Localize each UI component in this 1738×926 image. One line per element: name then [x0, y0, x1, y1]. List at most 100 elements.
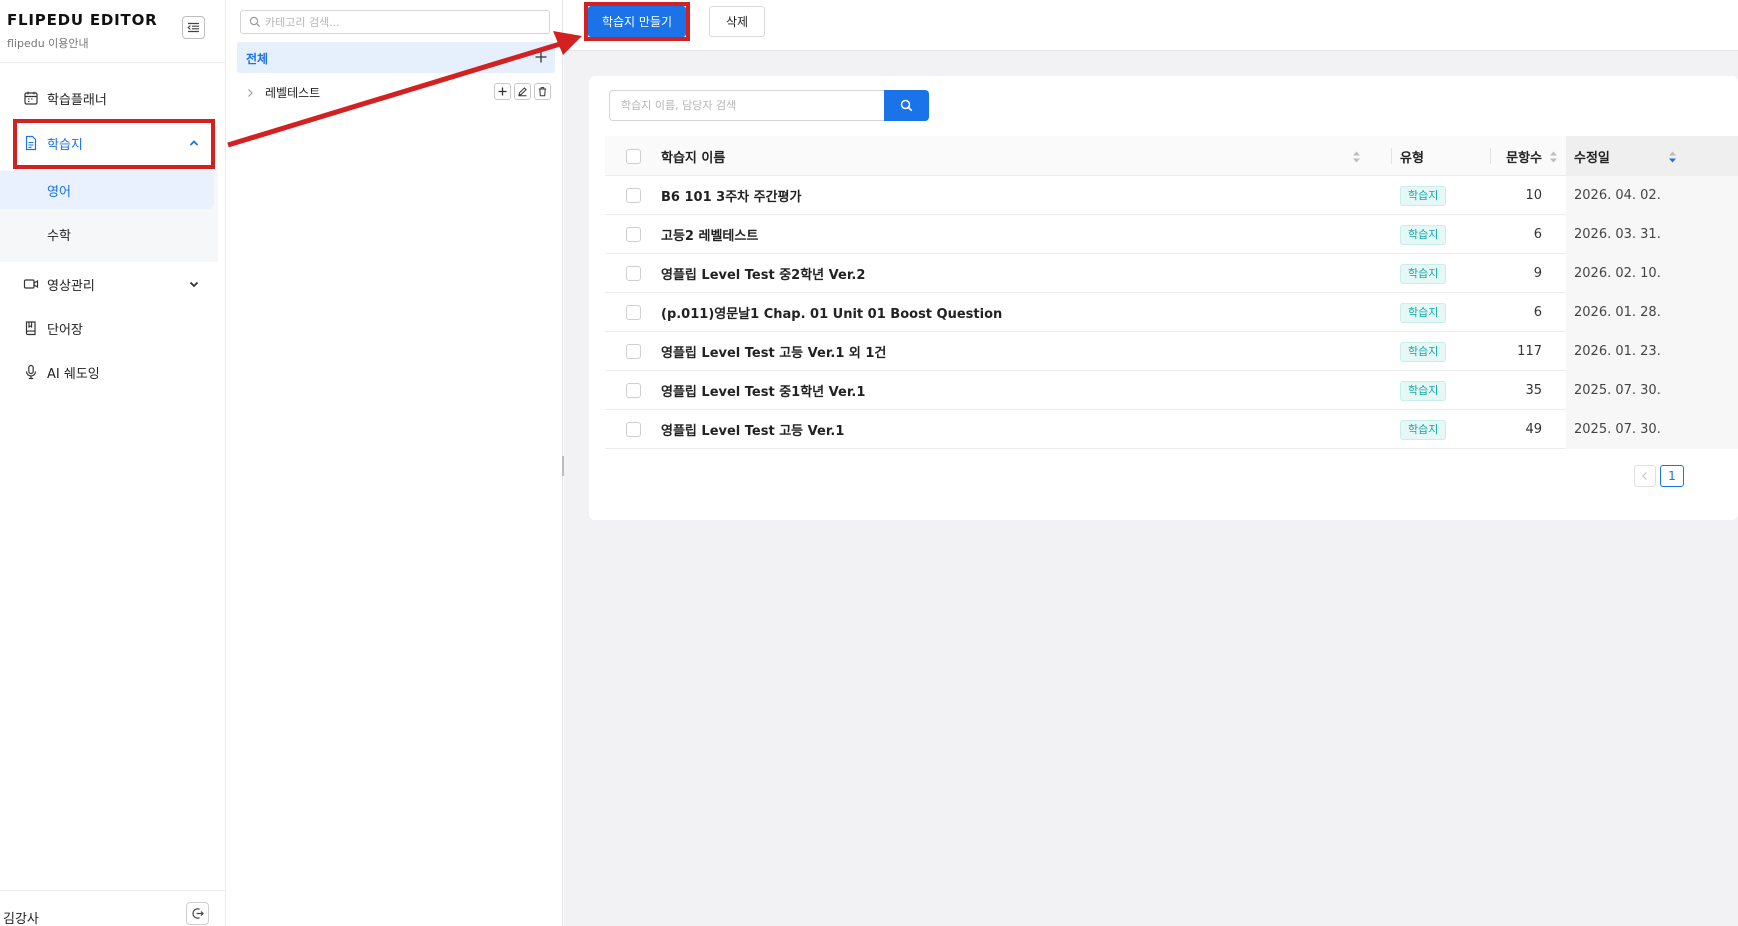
category-all-label: 전체	[246, 52, 269, 66]
toolbar: 학습지 만들기 삭제	[564, 0, 1738, 51]
sidebar-collapse-button[interactable]	[182, 16, 205, 39]
type-tag: 학습지	[1400, 224, 1447, 245]
worksheet-name[interactable]: 영플립 Level Test 고등 Ver.1 외 1건	[661, 342, 886, 361]
row-type-cell: 학습지	[1391, 410, 1491, 449]
search-button[interactable]	[884, 90, 929, 121]
row-checkbox[interactable]	[625, 266, 641, 281]
sidebar-item-planner[interactable]: 학습플래너	[0, 78, 226, 118]
row-name-cell: 고등2 레벨테스트	[661, 215, 1391, 254]
table-header: 학습지 이름 유형 문항수 수정일	[605, 136, 1738, 176]
category-all[interactable]: 전체	[237, 42, 555, 73]
type-tag: 학습지	[1400, 263, 1447, 284]
row-checkbox[interactable]	[625, 305, 641, 320]
delete-button[interactable]: 삭제	[709, 6, 765, 37]
row-checkbox[interactable]	[625, 422, 641, 437]
row-checkbox[interactable]	[625, 188, 641, 203]
category-label: 레벨테스트	[265, 86, 321, 100]
worksheet-name[interactable]: 영플립 Level Test 고등 Ver.1	[661, 420, 844, 439]
subitem-label: 수학	[47, 228, 71, 244]
question-count: 35	[1525, 383, 1542, 398]
question-count: 117	[1517, 344, 1542, 359]
type-tag: 학습지	[1400, 419, 1447, 440]
row-select-cell	[605, 176, 661, 215]
row-checkbox[interactable]	[625, 383, 641, 398]
sidebar-item-label: AI 쉐도잉	[47, 366, 100, 382]
question-count: 6	[1533, 227, 1542, 242]
add-subcategory-button[interactable]	[494, 83, 511, 100]
sort-icon[interactable]	[1549, 150, 1558, 164]
chevron-right-icon[interactable]	[245, 88, 255, 98]
modified-date: 2026. 01. 28.	[1574, 305, 1661, 320]
modified-date: 2026. 01. 23.	[1574, 344, 1661, 359]
worksheet-name[interactable]: 고등2 레벨테스트	[661, 225, 758, 244]
category-search-input[interactable]	[265, 13, 545, 31]
chevron-down-icon	[189, 281, 199, 288]
brand-guide-link[interactable]: flipedu 이용안내	[7, 35, 158, 51]
pagination-prev-button[interactable]	[1634, 465, 1656, 487]
table-row[interactable]: 고등2 레벨테스트 학습지 6 2026. 03. 31.	[605, 215, 1738, 254]
table-row[interactable]: (p.011)영문날1 Chap. 01 Unit 01 Boost Quest…	[605, 293, 1738, 332]
worksheet-name[interactable]: B6 101 3주차 주간평가	[661, 186, 801, 205]
row-name-cell: (p.011)영문날1 Chap. 01 Unit 01 Boost Quest…	[661, 293, 1391, 332]
worksheet-name[interactable]: 영플립 Level Test 중2학년 Ver.2	[661, 264, 865, 283]
category-item-leveltest[interactable]: 레벨테스트	[237, 80, 555, 106]
sidebar-divider	[0, 62, 226, 63]
row-select-cell	[605, 254, 661, 293]
plus-icon	[498, 87, 507, 96]
category-panel: 전체 레벨테스트	[227, 0, 563, 926]
row-checkbox[interactable]	[625, 227, 641, 242]
search-icon	[249, 16, 261, 28]
row-type-cell: 학습지	[1391, 215, 1491, 254]
worksheet-search-input[interactable]	[609, 90, 885, 121]
sidebar-item-ai-shadowing[interactable]: AI 쉐도잉	[0, 352, 226, 392]
pagination-page-1[interactable]: 1	[1660, 465, 1684, 487]
app-root: FLIPEDU EDITOR flipedu 이용안내 학습플래너 학습지 영어…	[0, 0, 1738, 926]
row-date-cell: 2026. 02. 10.	[1566, 254, 1738, 293]
brand-title: FLIPEDU EDITOR	[7, 11, 158, 29]
sidebar-subitem-english[interactable]: 영어	[0, 171, 214, 209]
row-name-cell: 영플립 Level Test 고등 Ver.1	[661, 410, 1391, 449]
worksheet-name[interactable]: (p.011)영문날1 Chap. 01 Unit 01 Boost Quest…	[661, 303, 1002, 322]
question-count: 9	[1533, 266, 1542, 281]
row-type-cell: 학습지	[1391, 293, 1491, 332]
row-type-cell: 학습지	[1391, 371, 1491, 410]
select-all-checkbox[interactable]	[625, 148, 641, 164]
worksheet-name[interactable]: 영플립 Level Test 중1학년 Ver.1	[661, 381, 865, 400]
edit-category-button[interactable]	[514, 83, 531, 100]
header-name[interactable]: 학습지 이름	[661, 136, 1391, 176]
table-row[interactable]: B6 101 3주차 주간평가 학습지 10 2026. 04. 02.	[605, 176, 1738, 215]
main-content: 학습지 만들기 삭제 학습지 이름, 담당자 검색 학습지 이름 유형 문항수 …	[564, 0, 1738, 926]
sort-desc-icon[interactable]	[1668, 150, 1677, 164]
delete-category-button[interactable]	[534, 83, 551, 100]
row-name-cell: B6 101 3주차 주간평가	[661, 176, 1391, 215]
table-row[interactable]: 영플립 Level Test 고등 Ver.1 외 1건 학습지 117 202…	[605, 332, 1738, 371]
modified-date: 2026. 04. 02.	[1574, 188, 1661, 203]
question-count: 49	[1525, 422, 1542, 437]
modified-date: 2026. 03. 31.	[1574, 227, 1661, 242]
row-select-cell	[605, 215, 661, 254]
sidebar-item-vocabulary[interactable]: 단어장	[0, 308, 226, 348]
logout-button[interactable]	[186, 902, 209, 925]
type-tag: 학습지	[1400, 341, 1447, 362]
table-body: B6 101 3주차 주간평가 학습지 10 2026. 04. 02. 고등2…	[605, 176, 1738, 449]
type-tag: 학습지	[1400, 185, 1447, 206]
logout-icon	[192, 908, 204, 919]
row-checkbox[interactable]	[625, 344, 641, 359]
header-count[interactable]: 문항수	[1491, 136, 1566, 176]
book-icon	[25, 321, 36, 336]
table-row[interactable]: 영플립 Level Test 고등 Ver.1 학습지 49 2025. 07.…	[605, 410, 1738, 449]
header-date[interactable]: 수정일	[1566, 136, 1738, 176]
sidebar-item-label: 단어장	[47, 322, 83, 338]
sidebar-subitem-math[interactable]: 수학	[0, 215, 214, 253]
row-name-cell: 영플립 Level Test 중1학년 Ver.1	[661, 371, 1391, 410]
sort-icon[interactable]	[1352, 150, 1361, 164]
sidebar-item-video[interactable]: 영상관리	[0, 264, 226, 304]
table-row[interactable]: 영플립 Level Test 중2학년 Ver.2 학습지 9 2026. 02…	[605, 254, 1738, 293]
chevron-left-icon	[1642, 472, 1647, 480]
row-name-cell: 영플립 Level Test 중2학년 Ver.2	[661, 254, 1391, 293]
header-date-label: 수정일	[1574, 150, 1610, 166]
annotation-highlight-box	[13, 119, 215, 169]
video-icon	[23, 279, 39, 289]
add-category-icon[interactable]	[533, 49, 549, 65]
table-row[interactable]: 영플립 Level Test 중1학년 Ver.1 학습지 35 2025. 0…	[605, 371, 1738, 410]
